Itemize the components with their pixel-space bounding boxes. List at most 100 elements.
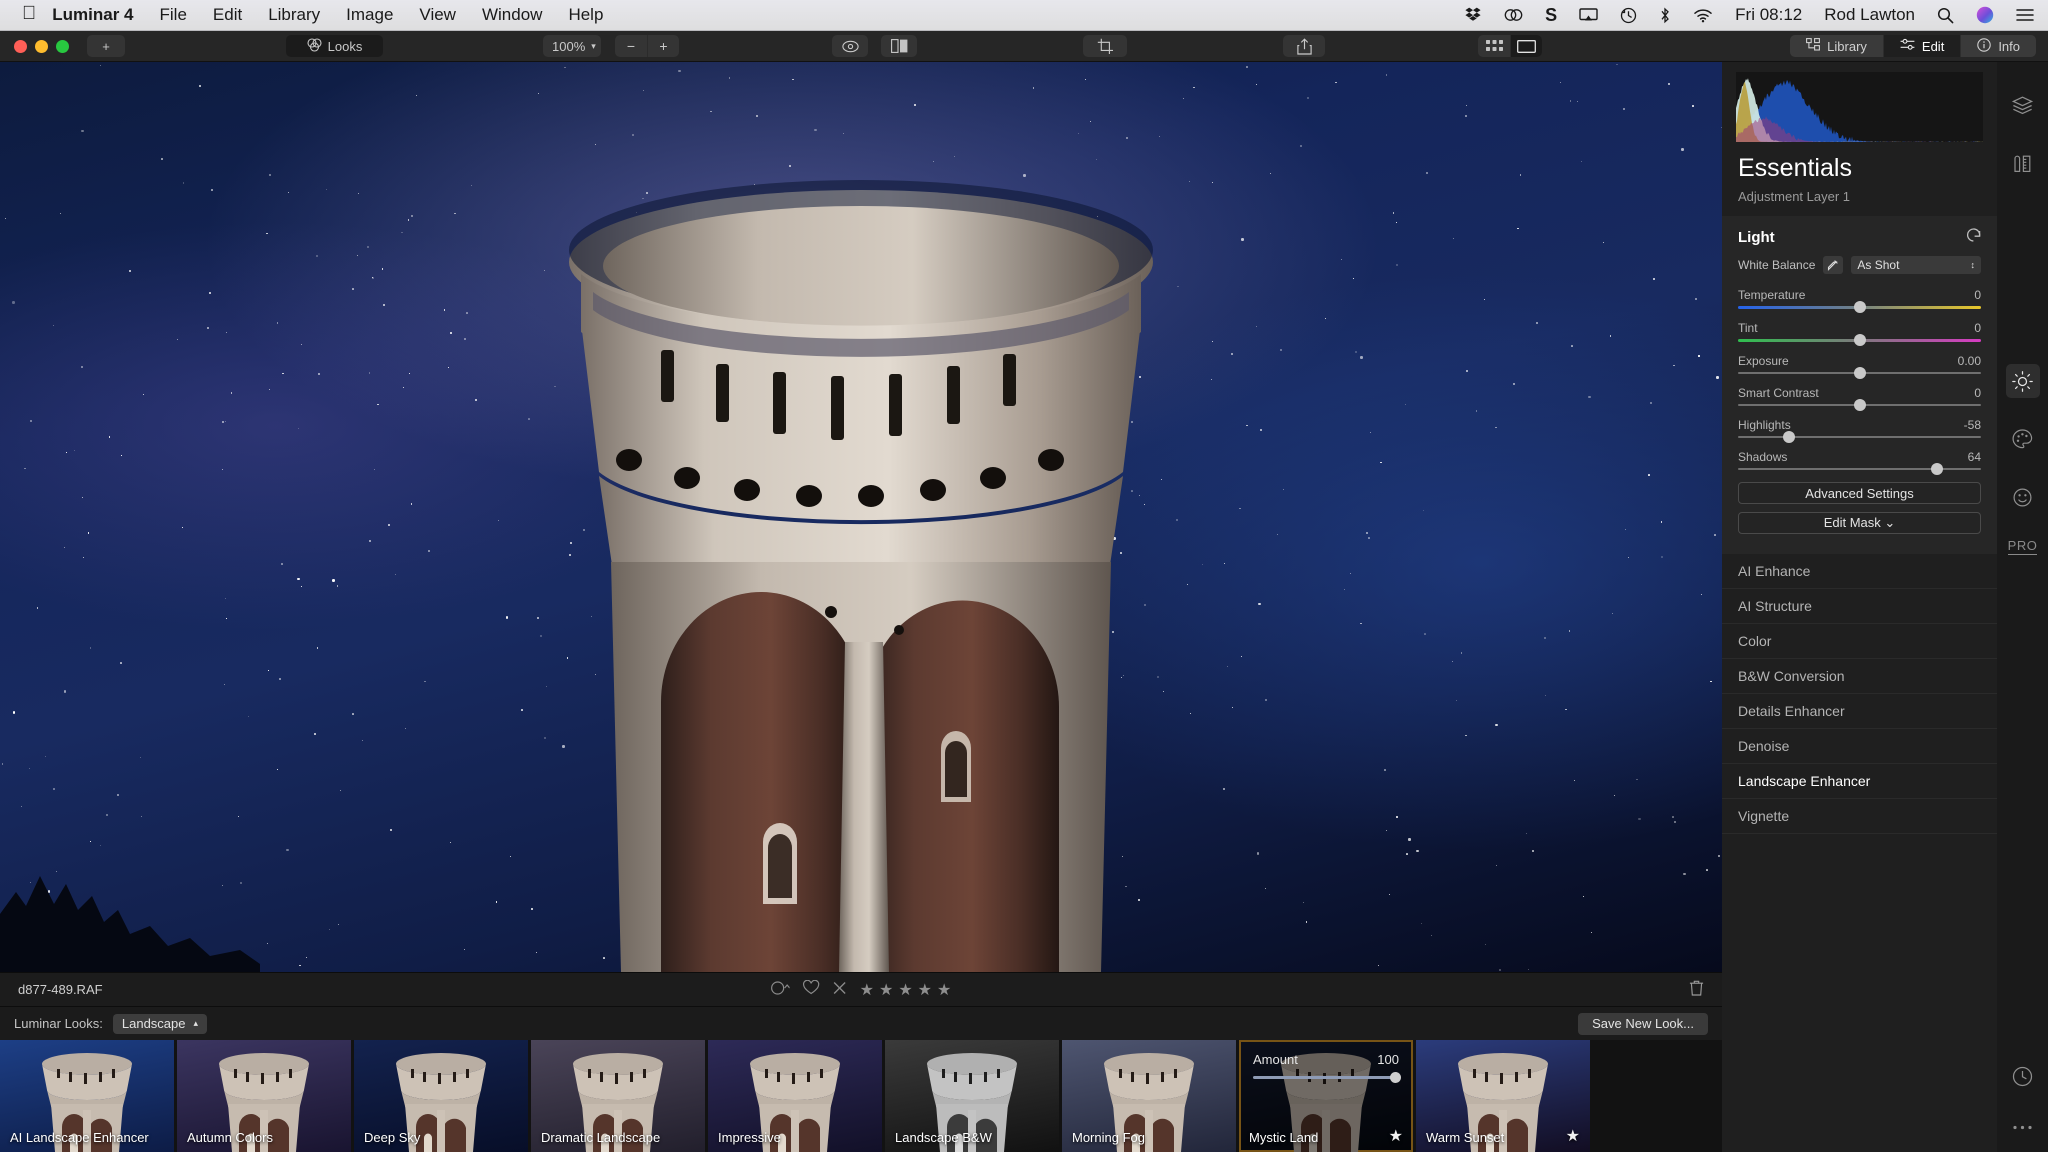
bluetooth-icon[interactable]	[1659, 7, 1671, 24]
menu-app-name[interactable]: Luminar 4	[52, 5, 133, 25]
white-balance-select[interactable]: As Shot ↕	[1851, 256, 1981, 274]
look-favorite-star[interactable]: ★	[1566, 1126, 1580, 1146]
menu-user-name[interactable]: Rod Lawton	[1824, 5, 1915, 25]
tab-edit[interactable]: Edit	[1882, 35, 1961, 57]
look-preset-warm-sunset[interactable]: Warm Sunset ★	[1416, 1040, 1590, 1152]
slider-shadows[interactable]: Shadows 64	[1722, 450, 1997, 475]
slider-tint[interactable]: Tint 0	[1722, 321, 1997, 346]
heart-icon[interactable]	[803, 979, 820, 999]
star-5[interactable]: ★	[937, 980, 951, 1000]
slider-track[interactable]	[1738, 463, 1981, 475]
slider-highlights[interactable]: Highlights -58	[1722, 418, 1997, 443]
maximize-button[interactable]	[56, 39, 69, 53]
star-rating[interactable]: ★ ★ ★ ★ ★	[860, 980, 952, 1000]
slider-track[interactable]	[1738, 431, 1981, 443]
control-center-icon[interactable]	[2016, 7, 2034, 23]
flag-circle-icon[interactable]	[771, 980, 791, 999]
menu-item-window[interactable]: Window	[482, 5, 542, 25]
slider-track[interactable]	[1738, 367, 1981, 379]
save-new-look-button[interactable]: Save New Look...	[1578, 1012, 1708, 1035]
zoom-out-button[interactable]: −	[615, 35, 647, 57]
dropbox-icon[interactable]	[1465, 7, 1482, 23]
slider-knob[interactable]	[1931, 463, 1944, 475]
tab-info[interactable]: Info	[1960, 35, 2036, 57]
spotlight-search-icon[interactable]	[1937, 7, 1954, 24]
filter-item-b-w-conversion[interactable]: B&W Conversion	[1722, 659, 1997, 694]
reject-x-icon[interactable]	[833, 981, 847, 999]
s-app-icon[interactable]: S	[1545, 5, 1557, 26]
filter-item-vignette[interactable]: Vignette	[1722, 799, 1997, 834]
slider-knob[interactable]	[1783, 431, 1796, 443]
history-clock-icon[interactable]	[2012, 1066, 2033, 1092]
more-dots-icon[interactable]	[2012, 1118, 2033, 1136]
look-amount-control[interactable]: Amount 100	[1239, 1052, 1413, 1083]
menu-item-edit[interactable]: Edit	[213, 5, 242, 25]
tab-library[interactable]: Library	[1790, 35, 1883, 57]
look-preset-morning-fog[interactable]: Morning Fog	[1062, 1040, 1236, 1152]
slider-smart-contrast[interactable]: Smart Contrast 0	[1722, 386, 1997, 411]
single-view-icon[interactable]	[1510, 35, 1542, 57]
slider-track[interactable]	[1738, 334, 1981, 346]
share-button[interactable]	[1283, 35, 1325, 57]
airplay-icon[interactable]	[1579, 7, 1598, 23]
slider-temperature[interactable]: Temperature 0	[1722, 288, 1997, 313]
slider-exposure[interactable]: Exposure 0.00	[1722, 354, 1997, 379]
look-preset-deep-sky[interactable]: Deep Sky	[354, 1040, 528, 1152]
creative-palette-icon[interactable]	[2006, 422, 2040, 456]
zoom-in-button[interactable]: +	[647, 35, 679, 57]
star-4[interactable]: ★	[918, 980, 932, 1000]
looks-filmstrip[interactable]: AI Landscape Enhancer Autumn Colors Deep…	[0, 1040, 1722, 1152]
close-button[interactable]	[14, 39, 27, 53]
filter-item-color[interactable]: Color	[1722, 624, 1997, 659]
siri-icon[interactable]	[1976, 6, 1994, 24]
slider-track[interactable]	[1738, 301, 1981, 313]
look-amount-knob[interactable]	[1390, 1072, 1401, 1083]
creative-cloud-icon[interactable]	[1504, 7, 1523, 23]
menu-item-help[interactable]: Help	[568, 5, 603, 25]
menu-item-image[interactable]: Image	[346, 5, 393, 25]
slider-knob[interactable]	[1853, 367, 1866, 379]
slider-track[interactable]	[1738, 399, 1981, 411]
looks-category-select[interactable]: Landscape ▴	[112, 1013, 208, 1034]
essentials-sun-icon[interactable]	[2005, 364, 2040, 398]
wifi-icon[interactable]	[1693, 8, 1713, 23]
eyedropper-icon[interactable]	[1823, 256, 1844, 274]
tools-ruler-icon[interactable]	[2006, 146, 2040, 180]
menu-item-library[interactable]: Library	[268, 5, 320, 25]
filter-item-denoise[interactable]: Denoise	[1722, 729, 1997, 764]
look-preset-dramatic-landscape[interactable]: Dramatic Landscape	[531, 1040, 705, 1152]
trash-icon[interactable]	[1689, 980, 1704, 999]
look-amount-track[interactable]	[1253, 1072, 1401, 1083]
star-3[interactable]: ★	[898, 980, 912, 1000]
eye-icon[interactable]	[832, 35, 868, 57]
filter-item-details-enhancer[interactable]: Details Enhancer	[1722, 694, 1997, 729]
apple-icon[interactable]: 	[22, 3, 36, 25]
menu-item-file[interactable]: File	[160, 5, 187, 25]
look-preset-ai-landscape-enhancer[interactable]: AI Landscape Enhancer	[0, 1040, 174, 1152]
split-compare-icon[interactable]	[881, 35, 917, 57]
look-preset-mystic-land[interactable]: Amount 100 Mystic Land ★	[1239, 1040, 1413, 1152]
filter-item-landscape-enhancer[interactable]: Landscape Enhancer	[1722, 764, 1997, 799]
slider-knob[interactable]	[1853, 301, 1866, 313]
reset-arrow-icon[interactable]	[1966, 228, 1981, 246]
add-button[interactable]: +	[87, 35, 125, 57]
time-machine-icon[interactable]	[1620, 7, 1637, 24]
grid-view-icon[interactable]	[1478, 35, 1510, 57]
portrait-face-icon[interactable]	[2006, 480, 2040, 514]
crop-tool-button[interactable]	[1083, 35, 1127, 57]
look-preset-autumn-colors[interactable]: Autumn Colors	[177, 1040, 351, 1152]
image-canvas[interactable]	[0, 62, 1722, 972]
menu-item-view[interactable]: View	[419, 5, 456, 25]
star-2[interactable]: ★	[879, 980, 893, 1000]
layers-icon[interactable]	[2006, 88, 2040, 122]
advanced-settings-button[interactable]: Advanced Settings	[1738, 482, 1981, 504]
star-1[interactable]: ★	[860, 980, 874, 1000]
slider-knob[interactable]	[1853, 334, 1866, 346]
look-preset-impressive[interactable]: Impressive	[708, 1040, 882, 1152]
minimize-button[interactable]	[35, 39, 48, 53]
filter-item-ai-structure[interactable]: AI Structure	[1722, 589, 1997, 624]
zoom-level-select[interactable]: 100% ▾	[543, 35, 601, 57]
slider-knob[interactable]	[1853, 399, 1866, 411]
look-preset-landscape-b-w[interactable]: Landscape B&W	[885, 1040, 1059, 1152]
menu-clock[interactable]: Fri 08:12	[1735, 5, 1802, 25]
